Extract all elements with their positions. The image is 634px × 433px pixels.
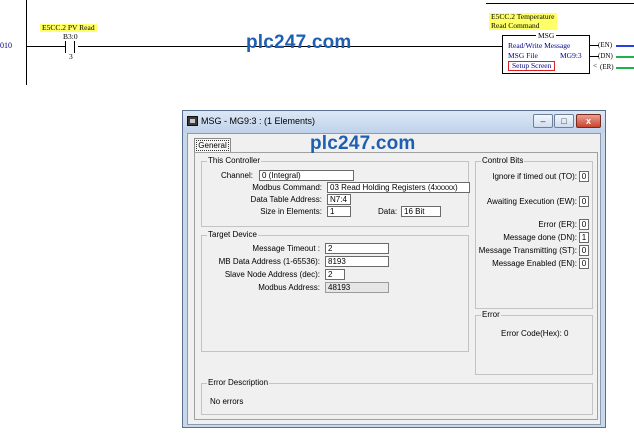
control-bit-st-label: Message Transmitting (ST): <box>478 246 577 255</box>
window-titlebar[interactable]: MSG - MG9:3 : (1 Elements) – □ x <box>183 111 605 133</box>
error-description-title: Error Description <box>207 378 270 388</box>
modbus-command-label: Modbus Command: <box>252 183 322 192</box>
error-group: Error Error Code(Hex): 0 <box>475 310 593 375</box>
msg-file-value: MG9:3 <box>560 51 582 60</box>
msg-description-line2: Read Command <box>491 20 540 30</box>
control-bits-group: Control Bits Ignore if timed out (TO): 0… <box>475 156 593 309</box>
contact-description: E5CC.2 PV Read <box>40 23 97 32</box>
msg-block-title: MSG <box>536 31 557 40</box>
error-description-text: No errors <box>210 397 244 406</box>
window-client-area: General This Controller Channel: 0 (Inte… <box>187 133 601 425</box>
msg-instruction-block[interactable]: MSG Read/Write Message MSG File MG9:3 Se… <box>502 31 590 74</box>
channel-field[interactable]: 0 (Integral) <box>259 170 354 181</box>
target-device-group: Target Device Message Timeout : 2 MB Dat… <box>201 230 469 352</box>
data-size-field[interactable]: 16 Bit <box>401 206 441 217</box>
error-code-value: 0 <box>564 329 569 338</box>
rung-wire-left <box>27 46 65 47</box>
left-power-rail <box>26 0 27 85</box>
control-bit-dn-label: Message done (DN): <box>503 233 577 242</box>
control-bit-st-field[interactable]: 0 <box>579 245 589 256</box>
rung-number: 010 <box>0 41 12 50</box>
control-bit-ew-label: Awaiting Execution (EW): <box>486 197 577 206</box>
message-timeout-label: Message Timeout : <box>252 244 320 253</box>
er-coil-line <box>616 67 634 69</box>
msg-description: E5CC.2 Temperature Read Command <box>489 12 557 30</box>
control-bit-to-field[interactable]: 0 <box>579 171 589 182</box>
msg-lt-marker: < <box>593 61 598 70</box>
window-title: MSG - MG9:3 : (1 Elements) <box>201 116 316 126</box>
error-title: Error <box>481 310 501 320</box>
control-bit-to-label: Ignore if timed out (TO): <box>492 172 577 181</box>
rung-top-line <box>486 3 634 4</box>
modbus-address-label: Modbus Address: <box>258 283 320 292</box>
modbus-address-field: 48193 <box>325 282 389 293</box>
dn-coil-label: DN <box>600 52 611 60</box>
msg-setup-window: MSG - MG9:3 : (1 Elements) – □ x General… <box>182 110 606 428</box>
er-coil[interactable]: (ER) <box>600 63 614 71</box>
en-coil-line <box>616 45 634 47</box>
en-coil[interactable]: (EN) <box>598 41 612 49</box>
control-bit-er-label: Error (ER): <box>538 220 577 229</box>
app-icon <box>187 116 198 126</box>
control-bits-title: Control Bits <box>481 156 525 166</box>
this-controller-title: This Controller <box>207 156 262 166</box>
setup-screen-button[interactable]: Setup Screen <box>508 61 556 71</box>
en-coil-label: EN <box>600 41 610 49</box>
mb-data-address-field[interactable]: 8193 <box>325 256 389 267</box>
this-controller-group: This Controller Channel: 0 (Integral) Mo… <box>201 156 470 227</box>
message-timeout-field[interactable]: 2 <box>325 243 389 254</box>
watermark-window: plc247.com <box>310 133 416 154</box>
data-size-label: Data: <box>378 207 398 216</box>
minimize-icon: – <box>540 116 546 126</box>
contact-address: B3:0 <box>63 32 78 41</box>
maximize-button[interactable]: □ <box>554 114 574 128</box>
mb-data-address-label: MB Data Address (1-65536): <box>218 257 320 266</box>
tab-general[interactable]: General <box>194 138 231 153</box>
data-table-address-label: Data Table Address: <box>250 195 322 204</box>
control-bit-en-label: Message Enabled (EN): <box>492 259 577 268</box>
contact-bit: 3 <box>69 52 73 61</box>
close-button[interactable]: x <box>576 114 601 128</box>
msg-block-type: Read/Write Message <box>508 41 571 50</box>
size-in-elements-label: Size in Elements: <box>260 207 322 216</box>
control-bit-en-field[interactable]: 0 <box>579 258 589 269</box>
close-icon: x <box>585 116 591 126</box>
general-tab-panel: This Controller Channel: 0 (Integral) Mo… <box>194 152 598 420</box>
slave-node-address-label: Slave Node Address (dec): <box>224 270 320 279</box>
data-table-address-field[interactable]: N7:4 <box>327 194 351 205</box>
target-device-title: Target Device <box>207 230 258 240</box>
minimize-button[interactable]: – <box>533 114 553 128</box>
control-bit-dn-field[interactable]: 1 <box>579 232 589 243</box>
size-in-elements-field[interactable]: 1 <box>327 206 351 217</box>
dn-coil-line <box>616 56 634 58</box>
slave-node-address-field[interactable]: 2 <box>325 269 345 280</box>
modbus-command-field[interactable]: 03 Read Holding Registers (4xxxxx) <box>327 182 470 193</box>
control-bit-er-field[interactable]: 0 <box>579 219 589 230</box>
maximize-icon: □ <box>561 116 567 126</box>
error-description-group: Error Description No errors <box>201 378 593 415</box>
watermark-top: plc247.com <box>246 32 352 53</box>
control-bit-ew-field[interactable]: 0 <box>579 196 589 207</box>
dn-coil[interactable]: (DN) <box>598 52 613 60</box>
tab-general-label: General <box>196 140 229 151</box>
error-code-label: Error Code(Hex): <box>501 329 562 338</box>
msg-file-label: MSG File <box>508 51 538 60</box>
channel-label: Channel: <box>220 171 253 180</box>
er-coil-label: ER <box>602 63 612 71</box>
